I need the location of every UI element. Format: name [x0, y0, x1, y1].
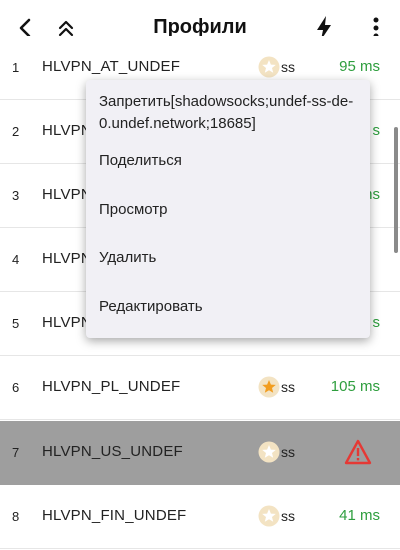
- profile-name: HLVPN_PL_UNDEF: [42, 378, 181, 395]
- profile-row-selected[interactable]: 7 HLVPN_US_UNDEF ss: [0, 421, 400, 485]
- profile-name: HLVPN_AT_UNDEF: [42, 58, 181, 75]
- scrollbar-thumb[interactable]: [394, 127, 398, 253]
- row-index: 8: [12, 509, 20, 524]
- row-index: 1: [12, 60, 20, 75]
- profile-row[interactable]: 6 HLVPN_PL_UNDEF ss 105 ms: [0, 356, 400, 420]
- row-index: 4: [12, 252, 20, 267]
- profile-name: HLVPN: [42, 186, 92, 203]
- row-index: 2: [12, 124, 20, 139]
- ping-value: 95 ms: [339, 58, 380, 75]
- menu-item-view[interactable]: Просмотр: [99, 199, 359, 221]
- profile-name: HLVPN: [42, 122, 92, 139]
- profile-name: HLVPN: [42, 314, 92, 331]
- menu-item-edit[interactable]: Редактировать: [99, 296, 359, 318]
- menu-item-share[interactable]: Поделиться: [99, 150, 359, 172]
- star-icon[interactable]: [258, 56, 280, 78]
- row-index: 7: [12, 445, 20, 460]
- context-menu: Запретить[shadowsocks;undef-ss-de-0.unde…: [86, 80, 370, 338]
- protocol-label: ss: [281, 508, 295, 524]
- star-icon[interactable]: [258, 505, 280, 527]
- ping-value: 105 ms: [330, 378, 380, 395]
- profile-name: HLVPN_FIN_UNDEF: [42, 507, 187, 524]
- row-index: 6: [12, 380, 20, 395]
- ping-value: s: [372, 314, 381, 331]
- warning-triangle-icon: [344, 439, 372, 465]
- star-icon[interactable]: [258, 376, 280, 398]
- protocol-label: ss: [281, 379, 295, 395]
- profile-row[interactable]: 8 HLVPN_FIN_UNDEF ss 41 ms: [0, 485, 400, 549]
- row-index: 5: [12, 316, 20, 331]
- protocol-label: ss: [281, 444, 295, 460]
- protocol-label: ss: [281, 59, 295, 75]
- row-index: 3: [12, 188, 20, 203]
- star-icon[interactable]: [258, 441, 280, 463]
- ping-value: 41 ms: [339, 507, 380, 524]
- menu-item-block[interactable]: Запретить[shadowsocks;undef-ss-de-0.unde…: [99, 91, 359, 135]
- menu-item-delete[interactable]: Удалить: [99, 247, 359, 269]
- profile-name: HLVPN_US_UNDEF: [42, 443, 183, 460]
- profile-name: HLVPN: [42, 250, 92, 267]
- ping-value: s: [372, 122, 381, 139]
